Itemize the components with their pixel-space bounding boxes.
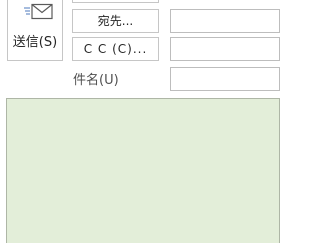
to-field[interactable] [170, 9, 280, 33]
to-button[interactable]: 宛先... [72, 9, 159, 33]
send-mail-icon [24, 3, 53, 20]
from-button[interactable] [72, 0, 159, 3]
cc-field[interactable] [170, 37, 280, 61]
subject-field[interactable] [170, 67, 280, 91]
send-button[interactable]: 送信(S) [7, 0, 63, 61]
message-body-editor[interactable] [6, 98, 280, 243]
cc-button[interactable]: C C (C)... [72, 37, 159, 61]
subject-label: 件名(U) [73, 73, 119, 88]
message-compose-header: 送信(S) 宛先... C C (C)... 件名(U) [0, 0, 280, 243]
send-button-label: 送信(S) [12, 35, 58, 50]
